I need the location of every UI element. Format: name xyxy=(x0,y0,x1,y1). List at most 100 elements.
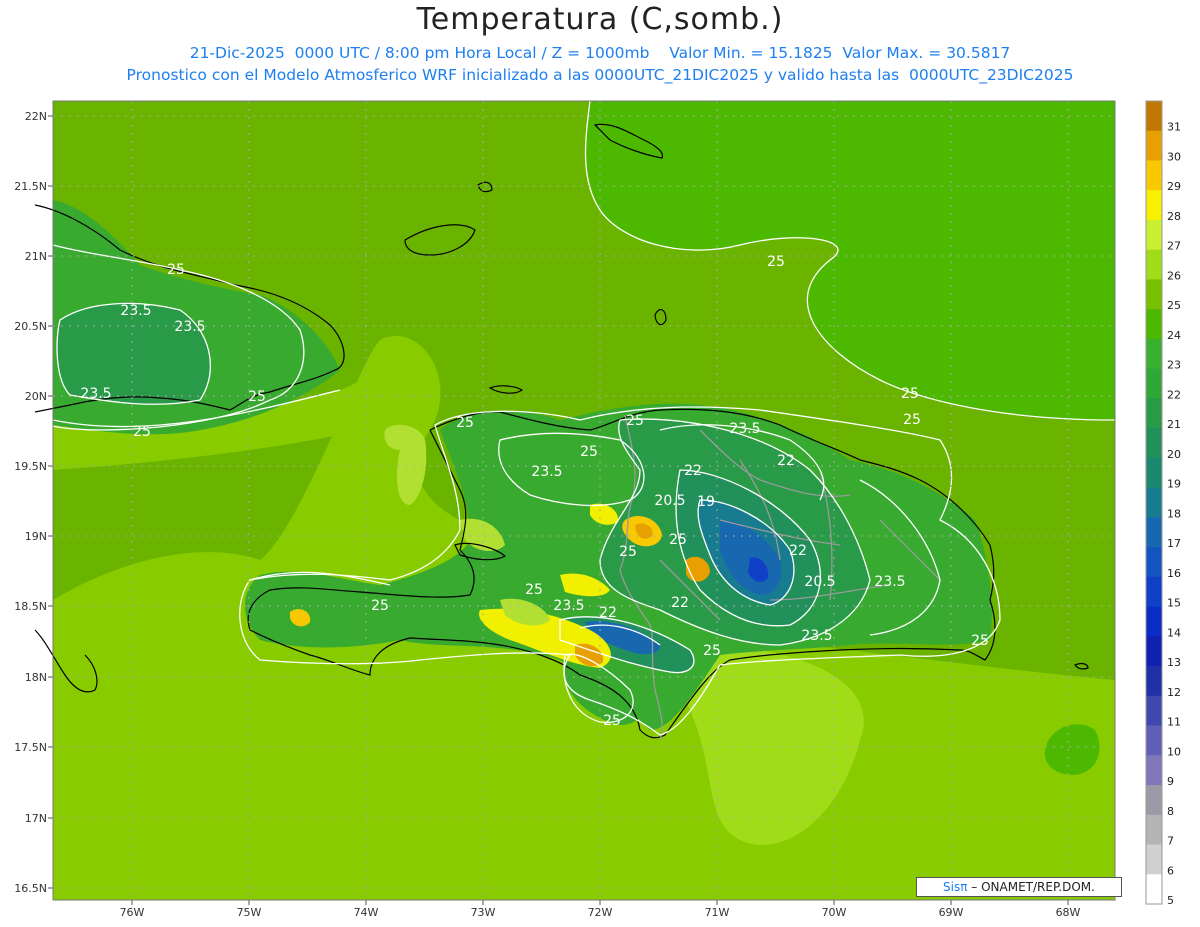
lat-tick-label: 21N xyxy=(25,250,47,263)
contour-value-label: 25 xyxy=(626,413,644,429)
colorbar-swatch xyxy=(1146,249,1162,280)
colorbar: 31 30 29 28 27 26 25 24 23 22 21 20 19 18 17 16 15 14 13 12… xyxy=(1145,100,1181,907)
colorbar-label: 14 xyxy=(1167,626,1181,639)
colorbar-swatch xyxy=(1146,309,1162,340)
colorbar-label: 7 xyxy=(1167,835,1174,848)
colorbar-label: 16 xyxy=(1167,567,1181,580)
colorbar-swatch xyxy=(1146,190,1162,221)
contour-value-label: 22 xyxy=(777,453,795,469)
contour-value-label: 25 xyxy=(619,544,637,560)
colorbar-label: 22 xyxy=(1167,388,1181,401)
lat-tick-label: 17.5N xyxy=(14,741,47,754)
lat-tick-label: 19.5N xyxy=(14,460,47,473)
contour-value-label: 25 xyxy=(525,582,543,598)
colorbar-label: 11 xyxy=(1167,716,1181,729)
colorbar-swatch xyxy=(1146,755,1162,786)
lat-tick-label: 17N xyxy=(25,812,47,825)
contour-value-label: 23.5 xyxy=(531,464,562,480)
contour-value-label: 25 xyxy=(371,598,389,614)
colorbar-swatch xyxy=(1146,785,1162,816)
lat-tick-label: 20N xyxy=(25,390,47,403)
credit-box: Sisπ – ONAMET/REP.DOM. xyxy=(916,877,1122,897)
contour-value-label: 25 xyxy=(248,389,266,405)
contour-value-label: 23.5 xyxy=(553,598,584,614)
colorbar-swatch xyxy=(1146,666,1162,697)
contour-value-label: 23.5 xyxy=(120,303,151,319)
colorbar-swatch xyxy=(1146,547,1162,578)
credit-text: – ONAMET/REP.DOM. xyxy=(971,880,1095,894)
map-panel xyxy=(53,101,1115,900)
lon-tick-label: 70W xyxy=(822,906,847,919)
colorbar-label: 27 xyxy=(1167,240,1181,253)
lat-tick-label: 19N xyxy=(25,530,47,543)
colorbar-label: 23 xyxy=(1167,359,1181,372)
colorbar-swatch xyxy=(1146,606,1162,637)
contour-value-label: 25 xyxy=(603,713,621,729)
colorbar-label: 8 xyxy=(1167,805,1174,818)
colorbar-swatch xyxy=(1146,130,1162,161)
contour-value-label: 23.5 xyxy=(80,386,111,402)
lon-tick-label: 68W xyxy=(1056,906,1081,919)
contour-value-label: 25 xyxy=(971,633,989,649)
contour-value-label: 20.5 xyxy=(654,493,685,509)
colorbar-label: 15 xyxy=(1167,597,1181,610)
colorbar-swatch xyxy=(1146,487,1162,518)
colorbar-swatch xyxy=(1146,457,1162,489)
colorbar-swatch xyxy=(1146,576,1162,608)
colorbar-swatch xyxy=(1146,517,1162,548)
colorbar-label: 30 xyxy=(1167,150,1181,163)
contour-value-label: 20.5 xyxy=(804,574,835,590)
contour-value-label: 25 xyxy=(903,412,921,428)
contour-value-label: 23.5 xyxy=(874,574,905,590)
colorbar-label: 13 xyxy=(1167,656,1181,669)
colorbar-label: 21 xyxy=(1167,418,1181,431)
lat-tick-label: 21.5N xyxy=(14,180,47,193)
colorbar-swatch xyxy=(1146,101,1162,132)
contour-value-label: 25 xyxy=(703,643,721,659)
contour-value-label: 25 xyxy=(901,386,919,402)
colorbar-swatch xyxy=(1146,814,1162,846)
contour-value-label: 19 xyxy=(697,494,715,510)
lon-tick-label: 73W xyxy=(471,906,496,919)
contour-value-label: 25 xyxy=(456,415,474,431)
contour-value-label: 23.5 xyxy=(801,628,832,644)
colorbar-swatch xyxy=(1146,844,1162,875)
longitude-axis: 76W 75W 74W 73W 72W 71W 70W 69W 68W xyxy=(120,900,1081,919)
contour-value-label: 23.5 xyxy=(174,319,205,335)
lat-tick-label: 20.5N xyxy=(14,320,47,333)
temperature-map: 25 23.5 23.5 23.5 25 25 25 25 25 23.5 23.5 22 22 20.5… xyxy=(14,100,1181,919)
colorbar-label: 12 xyxy=(1167,686,1181,699)
colorbar-swatch xyxy=(1146,160,1162,191)
lon-tick-label: 71W xyxy=(705,906,730,919)
lon-tick-label: 75W xyxy=(237,906,262,919)
contour-value-label: 22 xyxy=(684,463,702,479)
latitude-axis: 22N 21.5N 21N 20.5N 20N 19.5N 19N 18.5N 18N 17.5N… xyxy=(14,110,53,895)
colorbar-swatch xyxy=(1146,219,1162,251)
colorbar-label: 6 xyxy=(1167,864,1174,877)
colorbar-label: 17 xyxy=(1167,537,1181,550)
colorbar-label: 5 xyxy=(1167,894,1174,907)
colorbar-label: 31 xyxy=(1167,121,1181,134)
colorbar-swatch xyxy=(1146,338,1162,370)
lon-tick-label: 72W xyxy=(588,906,613,919)
colorbar-label: 25 xyxy=(1167,299,1181,312)
contour-value-label: 22 xyxy=(789,543,807,559)
colorbar-label: 9 xyxy=(1167,775,1174,788)
colorbar-swatch xyxy=(1146,695,1162,727)
colorbar-swatch xyxy=(1146,428,1162,459)
lon-tick-label: 76W xyxy=(120,906,145,919)
contour-value-label: 25 xyxy=(669,532,687,548)
lat-tick-label: 16.5N xyxy=(14,882,47,895)
colorbar-label: 26 xyxy=(1167,269,1181,282)
colorbar-swatch xyxy=(1146,874,1162,905)
contour-value-label: 22 xyxy=(599,605,617,621)
colorbar-swatch xyxy=(1146,279,1162,310)
colorbar-swatch xyxy=(1146,368,1162,399)
colorbar-label: 19 xyxy=(1167,478,1181,491)
colorbar-label: 20 xyxy=(1167,448,1181,461)
colorbar-label: 10 xyxy=(1167,745,1181,758)
colorbar-label: 18 xyxy=(1167,507,1181,520)
colorbar-label: 29 xyxy=(1167,180,1181,193)
colorbar-swatch xyxy=(1146,636,1162,667)
contour-value-label: 25 xyxy=(767,254,785,270)
